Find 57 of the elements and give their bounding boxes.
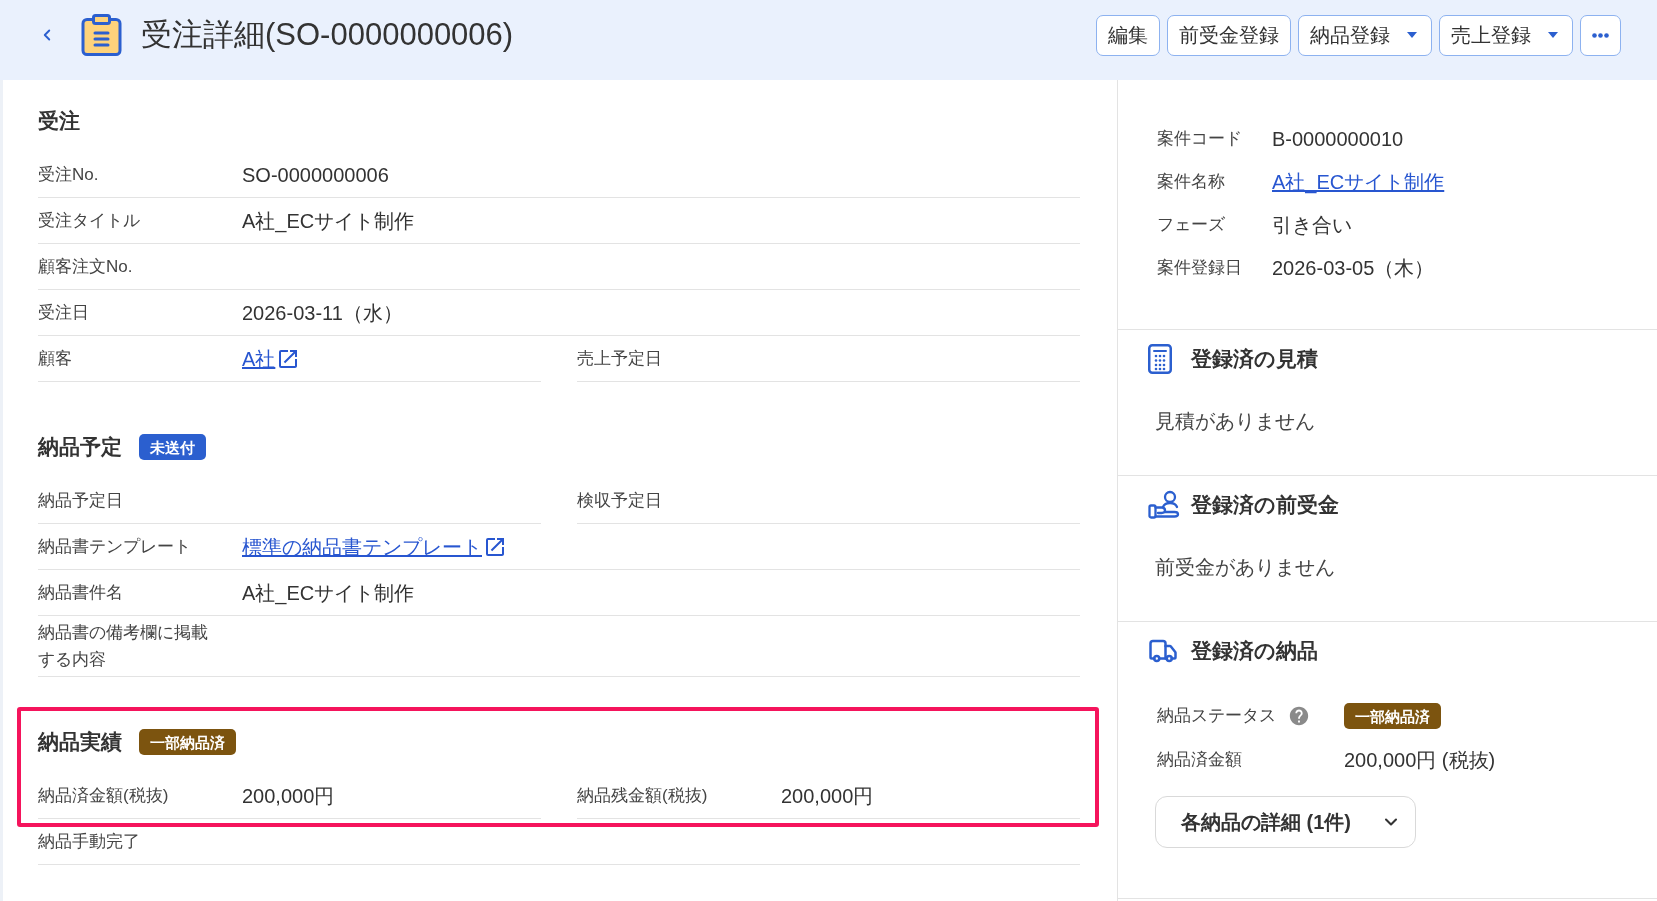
field-label: 納品書テンプレート xyxy=(38,536,192,558)
status-badge: 未送付 xyxy=(139,434,206,460)
caret-down-icon xyxy=(1548,32,1558,38)
action-button[interactable]: 前受金登録 xyxy=(1167,14,1291,56)
field-value: 200,000円 (税抜) xyxy=(1344,748,1496,773)
field-link[interactable]: 標準の納品書テンプレート xyxy=(242,533,507,560)
section-heading: 納品予定 xyxy=(38,434,122,460)
status-badge: 一部納品済 xyxy=(139,729,236,755)
status-badge: 一部納品済 xyxy=(1344,703,1441,729)
field-label: 納品予定日 xyxy=(38,490,124,512)
field-value: 200,000円 xyxy=(242,783,335,809)
field-label: 納品済金額 xyxy=(1157,749,1242,771)
section-heading: 登録済の見積 xyxy=(1191,346,1318,372)
field-value: B-0000000010 xyxy=(1272,126,1404,152)
field-value: 2026-03-05（木） xyxy=(1272,255,1435,281)
field-label: フェーズ xyxy=(1157,213,1226,236)
action-button[interactable]: 編集 xyxy=(1096,14,1160,56)
field-value: A社_ECサイト制作 xyxy=(242,208,415,234)
section-heading: 納品実績 xyxy=(38,729,122,755)
field-label: 案件名称 xyxy=(1157,170,1226,193)
dropdown-button[interactable]: 売上登録 xyxy=(1439,14,1573,56)
field-label: 納品書件名 xyxy=(38,582,124,604)
section-heading: 受注 xyxy=(38,108,80,134)
field-label: 案件コード xyxy=(1157,127,1243,150)
section-heading: 登録済の納品 xyxy=(1191,638,1318,664)
details-toggle-button[interactable]: 各納品の詳細 (1件) xyxy=(1155,796,1416,848)
field-label: 受注No. xyxy=(38,164,100,186)
more-icon xyxy=(1592,32,1609,38)
field-value: A社_ECサイト制作 xyxy=(242,580,415,606)
field-label: 納品残金額(税抜) xyxy=(577,785,709,807)
dropdown-button[interactable]: 納品登録 xyxy=(1298,14,1432,56)
caret-down-icon xyxy=(1407,32,1417,38)
field-label: 納品済金額(税抜) xyxy=(38,785,170,807)
empty-message: 前受金がありません xyxy=(1155,555,1336,580)
field-label: 検収予定日 xyxy=(577,490,663,512)
field-label: 顧客 xyxy=(38,348,73,370)
field-label: 受注日 xyxy=(38,302,90,324)
field-value: 2026-03-11（水） xyxy=(242,300,403,326)
field-value: 引き合い xyxy=(1272,212,1352,238)
field-label: 納品書の備考欄に掲載する内容 xyxy=(38,622,209,671)
field-label: 案件登録日 xyxy=(1157,256,1243,279)
section-heading: 登録済の前受金 xyxy=(1191,492,1339,518)
field-label: 受注タイトル xyxy=(38,210,141,232)
calculator-icon xyxy=(1148,344,1172,374)
field-label: 売上予定日 xyxy=(577,348,663,370)
help-icon[interactable] xyxy=(1288,705,1310,727)
field-value: SO-0000000006 xyxy=(242,162,389,188)
field-label: 納品手動完了 xyxy=(38,831,141,853)
field-label: 納品ステータス xyxy=(1157,705,1276,727)
more-button[interactable] xyxy=(1580,14,1621,56)
field-link[interactable]: A社 xyxy=(242,345,301,372)
hand-person-icon xyxy=(1148,490,1180,520)
clipboard-icon xyxy=(81,14,122,56)
page-title: 受注詳細(SO-0000000006) xyxy=(141,16,514,54)
empty-message: 見積がありません xyxy=(1155,409,1316,434)
field-value: 200,000円 xyxy=(781,783,874,809)
field-link[interactable]: A社_ECサイト制作 xyxy=(1272,168,1445,195)
